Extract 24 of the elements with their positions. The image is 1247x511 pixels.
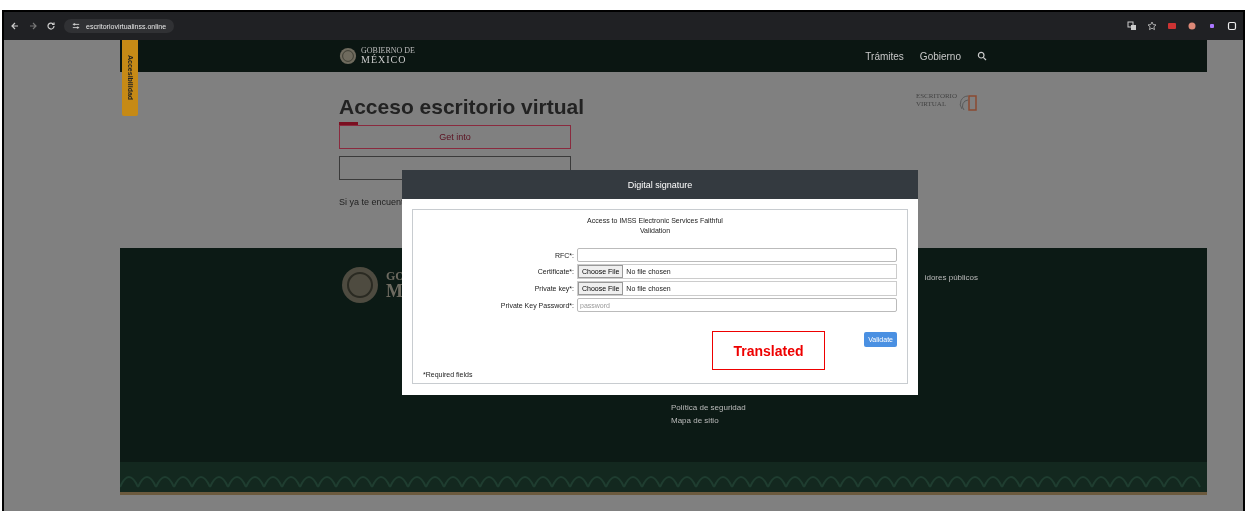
- reload-icon[interactable]: [46, 21, 56, 31]
- annotation-label: Translated: [712, 331, 825, 370]
- footer-link[interactable]: Política de seguridad: [671, 403, 1207, 412]
- side-panel-icon[interactable]: [1227, 21, 1237, 31]
- footer-link[interactable]: idores públicos: [924, 273, 979, 282]
- logo-fragment: M: [386, 282, 404, 300]
- logo-caption: GOBIERNO DE: [361, 47, 415, 55]
- nav-link[interactable]: Trámites: [865, 50, 904, 62]
- forward-icon[interactable]: [28, 21, 38, 31]
- star-icon[interactable]: [1147, 21, 1157, 31]
- login-button[interactable]: Get into: [339, 125, 571, 149]
- translate-icon[interactable]: [1127, 21, 1137, 31]
- rfc-field[interactable]: [577, 248, 897, 262]
- logo-title: MÉXICO: [361, 55, 408, 65]
- info-text: Si ya te encuent: [339, 197, 405, 207]
- nav-link[interactable]: Gobierno: [919, 50, 961, 62]
- back-icon[interactable]: [10, 21, 20, 31]
- page-title: Acceso escritorio virtual: [339, 94, 585, 120]
- site-settings-icon[interactable]: [72, 22, 80, 30]
- dialog-title: Digital signature: [627, 179, 693, 190]
- footer-link[interactable]: Mapa de sitio: [671, 416, 1207, 425]
- emblem-icon: [339, 47, 357, 65]
- emblem-icon: [340, 265, 380, 305]
- search-icon[interactable]: [977, 51, 987, 61]
